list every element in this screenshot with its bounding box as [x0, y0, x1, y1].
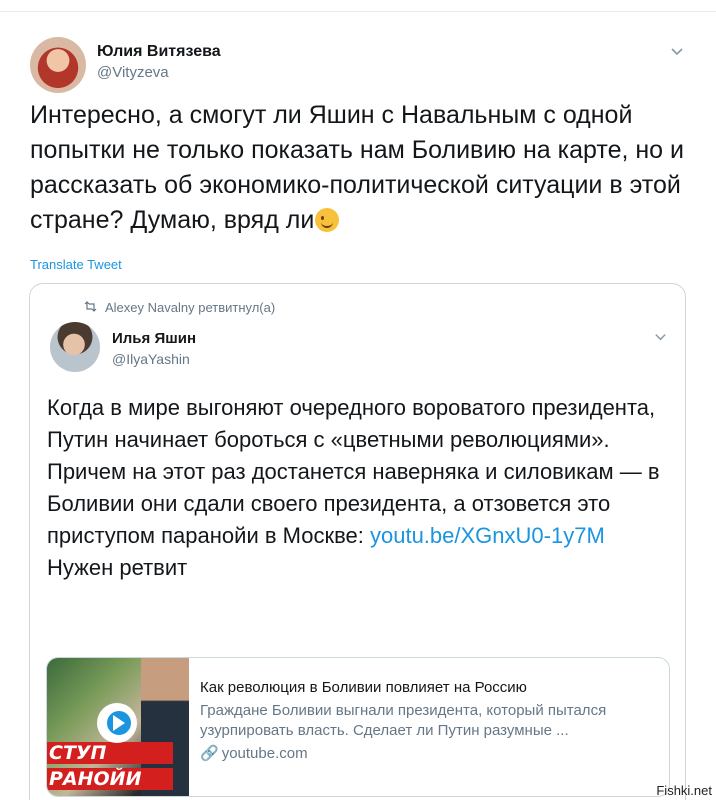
- thumbnail-caption-bar-1: СТУП: [47, 742, 173, 764]
- thumbnail-caption-2: РАНОЙИ: [49, 768, 142, 790]
- retweet-context: Alexey Navalny ретвитнул(а): [84, 300, 275, 315]
- card-body[interactable]: Как революция в Боливии повлияет на Росс…: [200, 678, 660, 764]
- quoted-author-name[interactable]: Илья Яшин: [112, 329, 196, 348]
- thumbnail-caption-bar-2: РАНОЙИ: [47, 768, 173, 790]
- video-thumbnail[interactable]: СТУП РАНОЙИ: [47, 658, 189, 796]
- top-divider: [0, 0, 716, 12]
- winking-face-icon: [315, 208, 340, 232]
- watermark: Fishki.net: [656, 783, 712, 798]
- card-description: Граждане Боливии выгнали президента, кот…: [200, 702, 607, 739]
- tweet-text-body: Интересно, а смогут ли Яшин с Навальным …: [30, 101, 684, 234]
- tweet-author[interactable]: Юлия Витязева @Vityzeva: [97, 42, 221, 83]
- quoted-author[interactable]: Илья Яшин @IlyaYashin: [112, 329, 196, 369]
- link-icon: 🔗: [200, 745, 219, 762]
- avatar[interactable]: [30, 37, 86, 93]
- play-triangle: [113, 715, 125, 731]
- tweet-text: Интересно, а смогут ли Яшин с Навальным …: [30, 98, 690, 238]
- quoted-author-handle[interactable]: @IlyaYashin: [112, 350, 196, 369]
- retweet-icon: [84, 300, 97, 315]
- card-domain-label: youtube.com: [221, 745, 308, 762]
- quoted-tweet[interactable]: Alexey Navalny ретвитнул(а) Илья Яшин @I…: [29, 283, 686, 800]
- card-title[interactable]: Как революция в Боливии повлияет на Росс…: [200, 678, 660, 698]
- card-domain: 🔗 youtube.com: [200, 744, 660, 764]
- author-name[interactable]: Юлия Витязева: [97, 42, 221, 62]
- youtube-link[interactable]: youtu.be/XGnxU0-1y7M: [370, 523, 605, 548]
- author-handle[interactable]: @Vityzeva: [97, 63, 221, 83]
- chevron-down-icon[interactable]: [670, 44, 684, 58]
- quoted-tweet-text: Когда в мире выгоняют очередного вороват…: [47, 392, 667, 584]
- translate-tweet-link[interactable]: Translate Tweet: [30, 257, 122, 272]
- link-preview-card[interactable]: СТУП РАНОЙИ Как революция в Боливии повл…: [46, 657, 670, 797]
- chevron-down-icon[interactable]: [654, 330, 667, 343]
- quoted-avatar[interactable]: [50, 322, 100, 372]
- tweet: Юлия Витязева @Vityzeva Интересно, а смо…: [0, 12, 716, 800]
- thumbnail-caption-1: СТУП: [49, 742, 107, 764]
- retweet-context-label: Alexey Navalny ретвитнул(а): [105, 300, 276, 315]
- quoted-text-tail: Нужен ретвит: [47, 555, 188, 580]
